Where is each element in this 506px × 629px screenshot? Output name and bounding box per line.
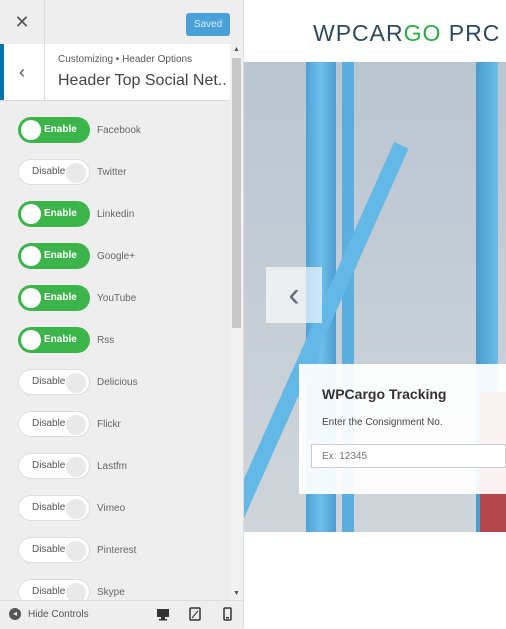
toggle-knob [66,163,86,183]
tracking-widget: WPCargo Tracking Enter the Consignment N… [299,364,506,494]
logo-text-tail: PRC [441,20,501,46]
toggle-state-label: Enable [44,292,77,303]
chevron-left-icon: ‹ [288,275,300,314]
toggle-row-youtube: Enable YouTube [18,284,136,312]
toggle-row-lastfm: Disable Lastfm [18,452,127,480]
toggle-row-facebook: Enable Facebook [18,116,141,144]
toggle-row-rss: Enable Rss [18,326,114,354]
toggle-state-label: Disable [32,376,66,387]
toggle-row-skype: Disable Skype [18,578,125,600]
social-toggle-switch[interactable]: Enable [18,117,90,143]
tablet-icon[interactable] [188,607,202,621]
toggle-knob [66,373,86,393]
panel-scrollbar[interactable]: ▲ ▼ [230,44,243,600]
toggle-state-label: Enable [44,250,77,261]
toggle-state-label: Enable [44,334,77,345]
logo-text-accent: GO [403,20,442,46]
toggle-row-twitter: Disable Twitter [18,158,126,186]
close-button[interactable]: ✕ [0,0,45,44]
social-network-name: Delicious [97,376,138,388]
site-logo[interactable]: WPCARGO PRC [313,20,500,47]
toggle-state-label: Disable [32,586,66,597]
toggle-state-label: Enable [44,124,77,135]
hide-controls-icon: ◂ [9,608,21,620]
toggle-row-pinterest: Disable Pinterest [18,536,136,564]
social-network-name: Flickr [97,418,121,430]
toggle-row-google: Enable Google+ [18,242,135,270]
back-button[interactable]: ‹ [0,44,45,100]
toggle-knob [21,288,41,308]
toggle-knob [66,415,86,435]
toggle-state-label: Disable [32,544,66,555]
section-title: Header Top Social Net... [58,72,226,89]
toggle-knob [21,330,41,350]
logo-text-main: WPCAR [313,20,404,46]
tracking-label: Enter the Consignment No. [322,417,443,428]
social-toggle-switch[interactable]: Disable [18,537,90,563]
site-preview: WPCARGO PRC ‹ WPCargo Tracking Enter the… [244,0,506,628]
scroll-down-icon[interactable]: ▼ [230,588,243,600]
social-network-name: Rss [97,334,115,346]
social-network-name: Linkedin [97,208,135,220]
tracking-title: WPCargo Tracking [322,386,447,402]
toggle-row-vimeo: Disable Vimeo [18,494,125,522]
social-toggle-switch[interactable]: Enable [18,201,90,227]
social-toggle-switch[interactable]: Disable [18,159,90,185]
chevron-left-icon: ‹ [19,61,25,82]
social-toggle-switch[interactable]: Disable [18,579,90,600]
social-network-name: Twitter [97,166,127,178]
toggle-knob [66,499,86,519]
social-toggle-switch[interactable]: Disable [18,453,90,479]
toggle-knob [66,541,86,561]
social-toggle-list: Enable Facebook Disable Twitter Enable Linked… [0,100,230,600]
toggle-row-delicious: Disable Delicious [18,368,138,396]
scroll-up-icon[interactable]: ▲ [230,44,243,56]
toggle-knob [66,457,86,477]
section-header: ‹ Customizing • Header Options Header To… [0,44,230,101]
social-toggle-switch[interactable]: Enable [18,285,90,311]
toggle-knob [21,204,41,224]
scroll-thumb[interactable] [232,58,241,328]
social-network-name: Lastfm [97,460,128,472]
toggle-knob [21,120,41,140]
social-network-name: Google+ [97,250,136,262]
mobile-icon[interactable] [220,607,234,621]
breadcrumb: Customizing • Header Options [58,54,193,65]
hero-slider: ‹ WPCargo Tracking Enter the Consignment… [244,62,506,532]
consignment-number-input[interactable] [311,444,506,468]
customizer-panel: ✕ Saved ‹ Customizing • Header Options H… [0,0,244,629]
toggle-state-label: Disable [32,502,66,513]
social-network-name: YouTube [97,292,137,304]
hide-controls-button[interactable]: ◂ Hide Controls [9,608,89,620]
toggle-knob [21,246,41,266]
slider-prev-button[interactable]: ‹ [266,267,322,323]
social-toggle-switch[interactable]: Enable [18,243,90,269]
toggle-row-flickr: Disable Flickr [18,410,121,438]
toggle-state-label: Disable [32,460,66,471]
social-network-name: Vimeo [97,502,126,514]
toggle-row-linkedin: Enable Linkedin [18,200,134,228]
social-network-name: Skype [97,586,125,598]
customizer-topbar: ✕ Saved [0,0,243,45]
hide-controls-label: Hide Controls [28,608,89,620]
desktop-icon[interactable] [156,607,170,621]
close-icon: ✕ [14,11,30,32]
social-toggle-switch[interactable]: Disable [18,369,90,395]
saved-button[interactable]: Saved [186,13,230,36]
social-network-name: Pinterest [97,544,137,556]
customizer-footer: ◂ Hide Controls [0,600,243,629]
toggle-state-label: Enable [44,208,77,219]
toggle-state-label: Disable [32,166,66,177]
toggle-state-label: Disable [32,418,66,429]
social-toggle-switch[interactable]: Disable [18,411,90,437]
social-toggle-switch[interactable]: Disable [18,495,90,521]
social-toggle-switch[interactable]: Enable [18,327,90,353]
toggle-knob [66,583,86,600]
social-network-name: Facebook [97,124,141,136]
